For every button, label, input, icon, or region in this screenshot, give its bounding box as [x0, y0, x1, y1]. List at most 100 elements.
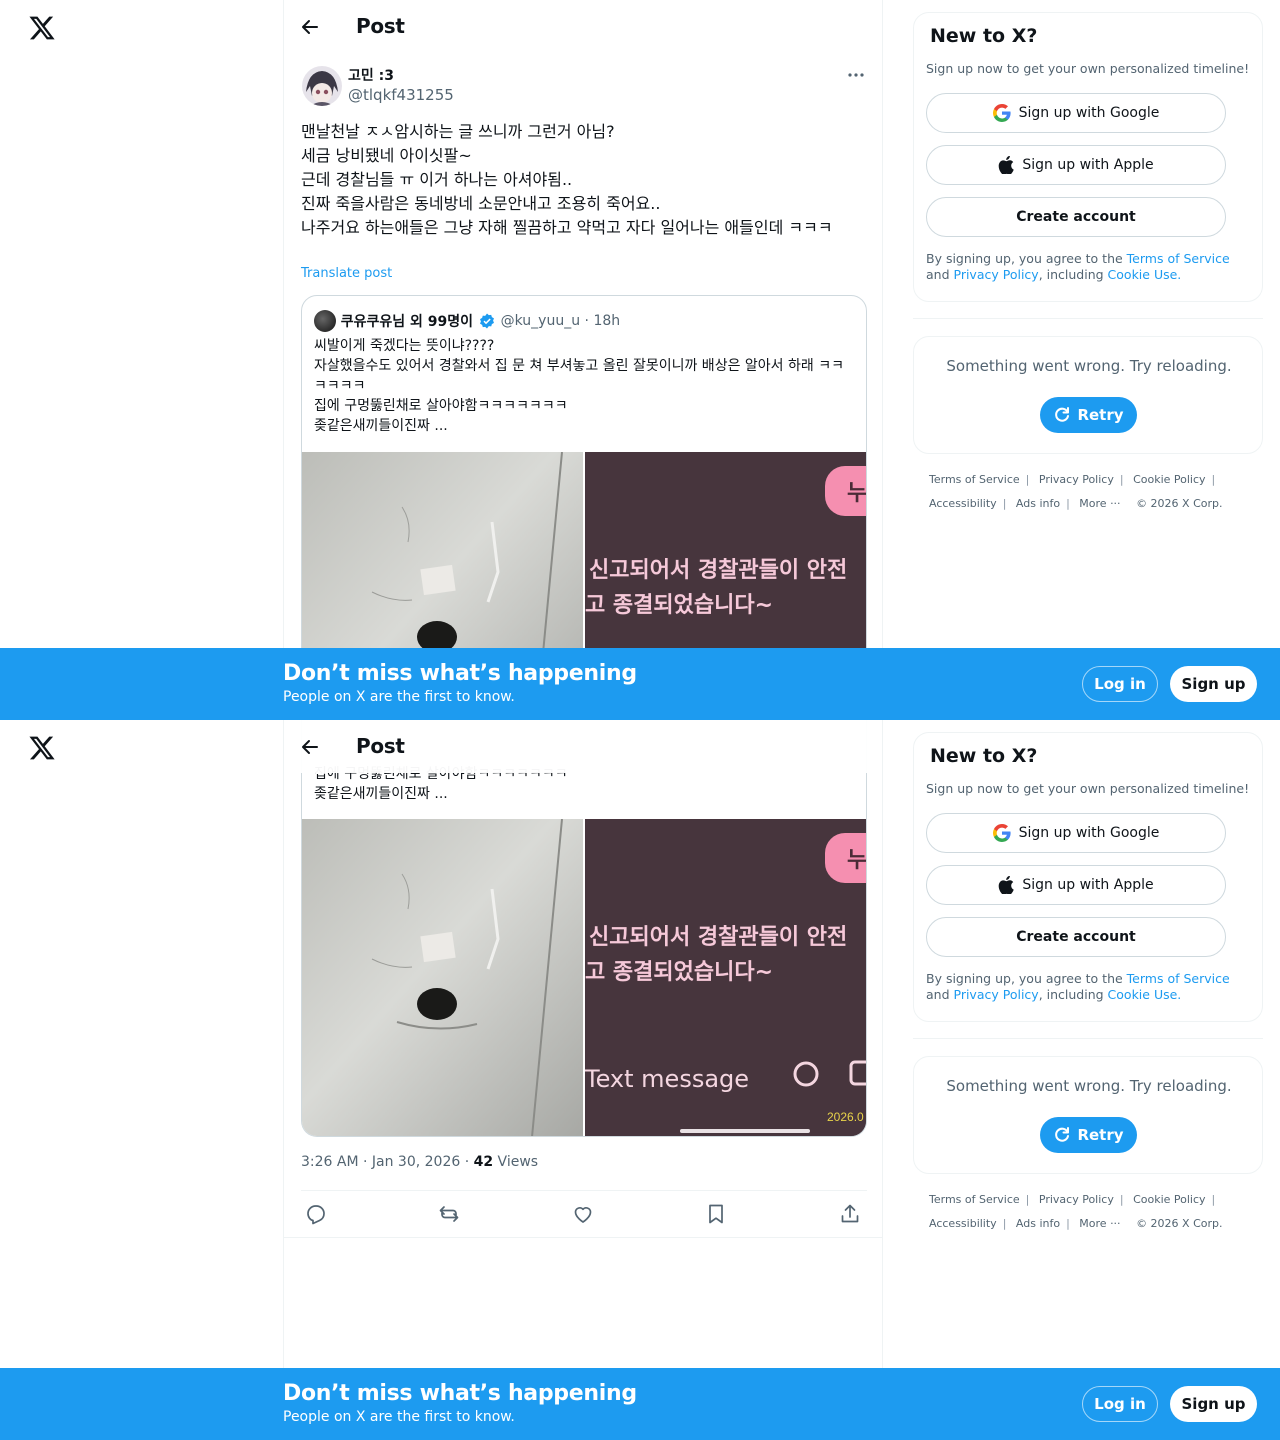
refresh-icon — [1055, 407, 1070, 422]
google-signup-button[interactable]: Sign up with Google — [926, 93, 1226, 133]
bookmark-icon[interactable] — [704, 1202, 728, 1226]
google-signup-label: Sign up with Google — [1018, 825, 1160, 841]
screenshot-line-2: 고 종결되었습니다~ — [585, 593, 773, 618]
legal-prefix: By signing up, you agree to the — [926, 251, 1127, 266]
error-card: Something went wrong. Try reloading. Ret… — [913, 336, 1263, 454]
legal-including: , including — [1038, 987, 1108, 1002]
quote-author-handle: @ku_yuu_u — [500, 313, 581, 329]
apple-icon — [999, 876, 1015, 894]
signup-button[interactable]: Sign up — [1170, 666, 1257, 702]
quote-header: 쿠유쿠유님 외 99명이 @ku_yuu_u · 18h — [314, 310, 620, 334]
screenshot-line-1: 신고되어서 경찰관들이 안전 — [589, 558, 847, 583]
apple-icon — [999, 156, 1015, 174]
sidebar-divider — [913, 318, 1263, 319]
legal-and: and — [926, 987, 954, 1002]
login-button[interactable]: Log in — [1082, 666, 1158, 702]
author-handle[interactable]: @tlqkf431255 — [348, 86, 454, 104]
arrow-left-icon[interactable] — [296, 733, 324, 761]
signup-card: New to X? Sign up now to get your own pe… — [913, 732, 1263, 1022]
post-header: Post — [284, 0, 882, 53]
banner-title: Don’t miss what’s happening — [283, 661, 637, 686]
translate-post-link[interactable]: Translate post — [301, 266, 392, 281]
verified-badge-icon — [479, 313, 494, 329]
primary-column: Post 고민 :3 @tlqkf431255 맨날천날 ㅈㅅ암시하는 글 쓰니… — [283, 0, 883, 720]
footer-copyright: © 2026 X Corp. — [1136, 1217, 1223, 1230]
post-header: Post — [284, 720, 882, 773]
page-title: Post — [356, 734, 405, 758]
privacy-link[interactable]: Privacy Policy — [954, 987, 1039, 1002]
create-account-button[interactable]: Create account — [926, 197, 1226, 237]
quote-media[interactable]: 누신고되어서 경찰관들이 안전고 종결되었습니다~ Text message 202… — [302, 819, 866, 1136]
footer-ads-info[interactable]: Ads info — [1016, 497, 1060, 510]
cookie-link[interactable]: Cookie Use. — [1108, 267, 1182, 282]
apple-signup-label: Sign up with Apple — [1022, 877, 1154, 893]
reply-icon[interactable] — [304, 1202, 328, 1226]
avatar[interactable] — [302, 66, 342, 106]
legal-text: By signing up, you agree to the Terms of… — [926, 971, 1252, 1003]
footer-copyright: © 2026 X Corp. — [1136, 497, 1223, 510]
share-icon[interactable] — [838, 1202, 862, 1226]
sidebar-divider — [913, 1038, 1263, 1039]
signup-card: New to X? Sign up now to get your own pe… — [913, 12, 1263, 302]
legal-prefix: By signing up, you agree to the — [926, 971, 1127, 986]
timestamp-text: 3:26 AM · Jan 30, 2026 · — [301, 1154, 474, 1170]
bubble-text: 누 — [847, 480, 867, 505]
terms-link[interactable]: Terms of Service — [1127, 251, 1230, 266]
create-account-button[interactable]: Create account — [926, 917, 1226, 957]
footer-links: Terms of Service | Privacy Policy | Cookie… — [929, 1193, 1223, 1230]
cookie-link[interactable]: Cookie Use. — [1108, 987, 1182, 1002]
actions-divider-bottom — [284, 1237, 882, 1238]
footer-accessibility[interactable]: Accessibility — [929, 1217, 997, 1230]
views-label: Views — [493, 1154, 539, 1170]
retry-button[interactable]: Retry — [1040, 397, 1137, 433]
apple-signup-button[interactable]: Sign up with Apple — [926, 865, 1226, 905]
signup-title: New to X? — [930, 745, 1038, 767]
footer-privacy[interactable]: Privacy Policy — [1039, 473, 1114, 486]
quoted-post[interactable]: 집에 구멍뚫린채로 살아야함ㅋㅋㅋㅋㅋㅋㅋ 좆같은새끼들이진짜 ... 누 신고되… — [301, 720, 867, 1137]
signup-button[interactable]: Sign up — [1170, 1386, 1257, 1422]
screenshot-line-2: 고 종결되었습니다~ — [585, 960, 773, 985]
footer-privacy[interactable]: Privacy Policy — [1039, 1193, 1114, 1206]
google-signup-label: Sign up with Google — [1018, 105, 1160, 121]
quote-author-name: 쿠유쿠유님 외 99명이 — [340, 314, 474, 330]
author-name[interactable]: 고민 :3 — [348, 65, 394, 85]
x-logo-icon[interactable] — [28, 734, 56, 762]
actions-divider-top — [301, 1190, 867, 1191]
arrow-left-icon[interactable] — [296, 13, 324, 41]
footer-cookie[interactable]: Cookie Policy — [1133, 1193, 1205, 1206]
more-icon[interactable] — [844, 64, 868, 86]
footer-more[interactable]: More ··· — [1079, 1217, 1120, 1230]
repost-icon[interactable] — [437, 1202, 461, 1226]
retry-button[interactable]: Retry — [1040, 1117, 1137, 1153]
error-card: Something went wrong. Try reloading. Ret… — [913, 1056, 1263, 1174]
banner-title: Don’t miss what’s happening — [283, 1381, 637, 1406]
terms-link[interactable]: Terms of Service — [1127, 971, 1230, 986]
footer-terms[interactable]: Terms of Service — [929, 1193, 1020, 1206]
legal-and: and — [926, 267, 954, 282]
screenshot-date: 2026.0 — [827, 1110, 864, 1124]
footer-ads-info[interactable]: Ads info — [1016, 1217, 1060, 1230]
apple-signup-button[interactable]: Sign up with Apple — [926, 145, 1226, 185]
screen-bottom: Post 집에 구멍뚫린채로 살아야함ㅋㅋㅋㅋㅋㅋㅋ 좆같은새끼들이진짜 ...… — [0, 720, 1280, 1440]
login-banner: Don’t miss what’s happening People on X … — [0, 648, 1280, 720]
login-banner: Don’t miss what’s happening People on X … — [0, 1368, 1280, 1440]
signup-title: New to X? — [930, 25, 1038, 47]
footer-cookie[interactable]: Cookie Policy — [1133, 473, 1205, 486]
post-timestamp[interactable]: 3:26 AM · Jan 30, 2026 · 42 Views — [301, 1154, 538, 1170]
banner-subtitle: People on X are the first to know. — [283, 689, 515, 705]
footer-accessibility[interactable]: Accessibility — [929, 497, 997, 510]
google-signup-button[interactable]: Sign up with Google — [926, 813, 1226, 853]
footer-terms[interactable]: Terms of Service — [929, 473, 1020, 486]
message-screenshot[interactable]: 누신고되어서 경찰관들이 안전고 종결되었습니다~ Text message 202… — [585, 819, 866, 1136]
refresh-icon — [1055, 1127, 1070, 1142]
like-icon[interactable] — [571, 1202, 595, 1226]
login-button[interactable]: Log in — [1082, 1386, 1158, 1422]
footer-more[interactable]: More ··· — [1079, 497, 1120, 510]
apple-signup-label: Sign up with Apple — [1022, 157, 1154, 173]
door-photo[interactable] — [302, 819, 583, 1136]
x-logo-icon[interactable] — [28, 14, 56, 42]
privacy-link[interactable]: Privacy Policy — [954, 267, 1039, 282]
screenshot-input-text: Text message — [585, 1065, 749, 1093]
error-message: Something went wrong. Try reloading. — [946, 357, 1232, 375]
quote-text: 씨발이게 죽겠다는 뜻이냐???? 자살했을수도 있어서 경찰와서 집 문 쳐 … — [314, 338, 844, 434]
